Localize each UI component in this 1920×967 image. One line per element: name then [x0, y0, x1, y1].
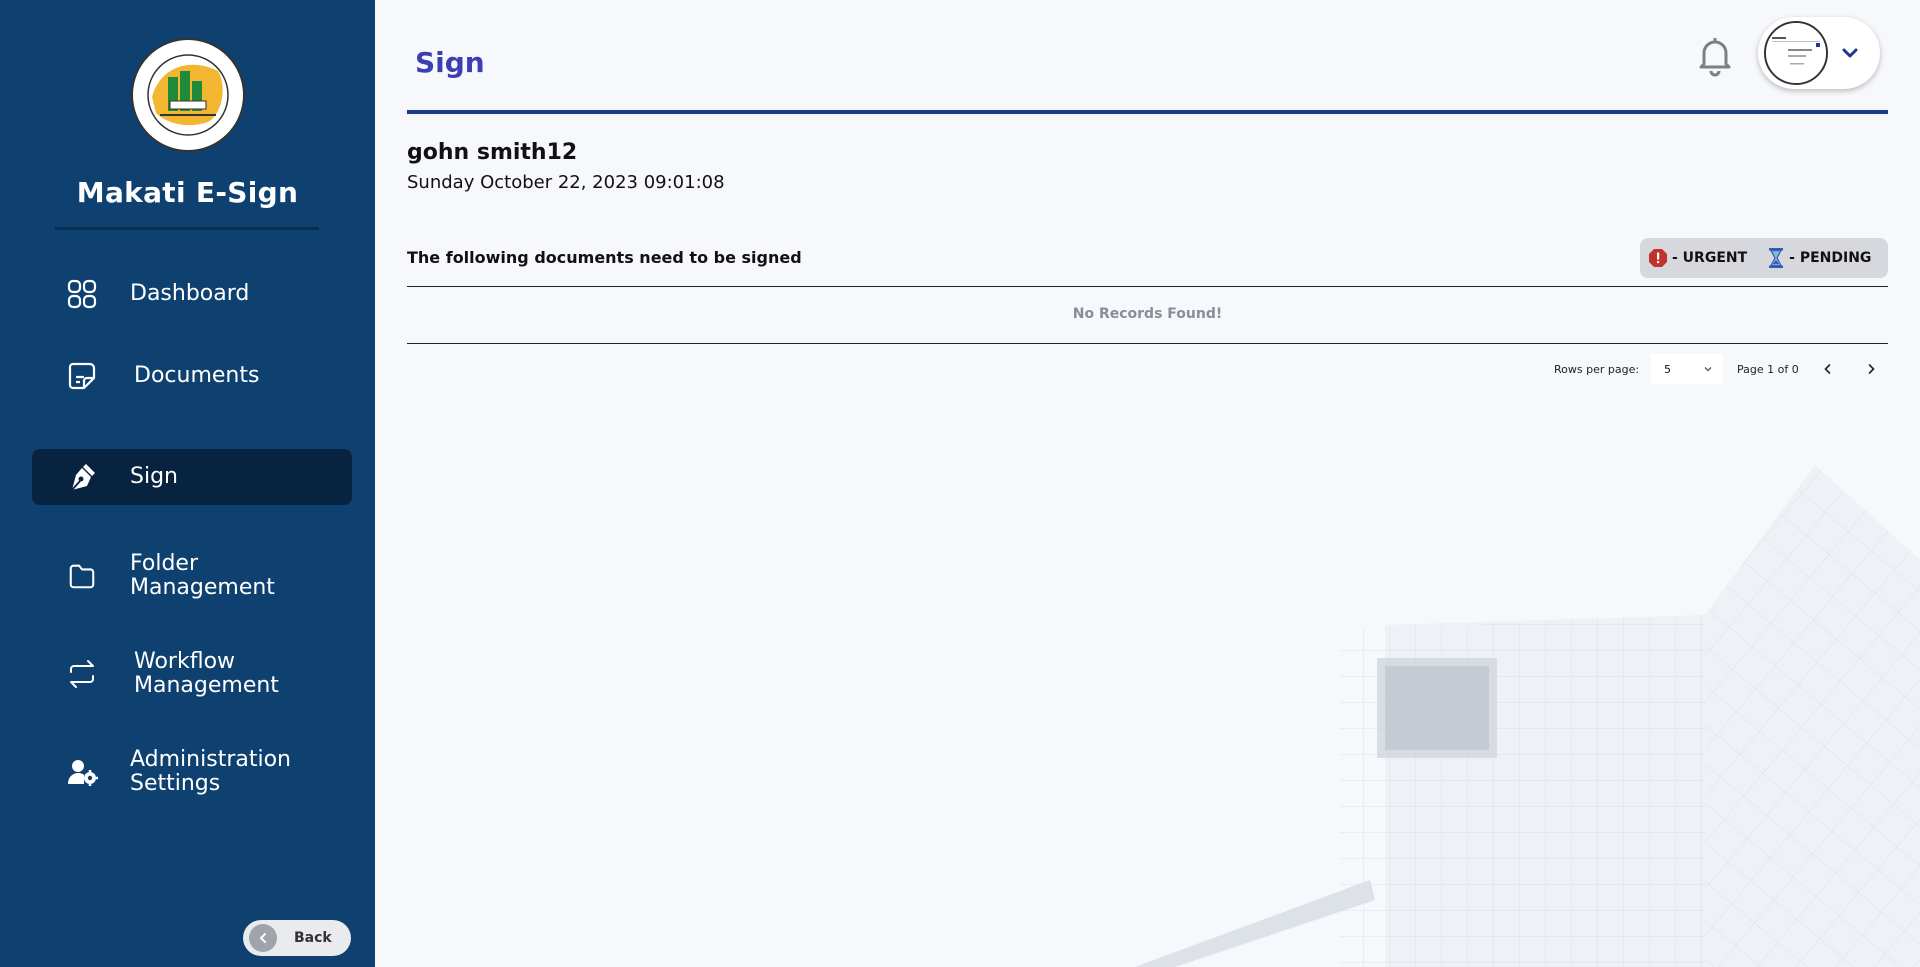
- hourglass-icon: [1769, 248, 1784, 268]
- chevron-down-icon: [1840, 43, 1860, 63]
- grid-icon: [64, 276, 100, 312]
- header-divider: [407, 110, 1888, 114]
- user-gear-icon: [64, 754, 100, 790]
- notification-bell-icon[interactable]: [1693, 33, 1737, 77]
- folder-icon: [64, 558, 100, 594]
- sidebar-item-dashboard[interactable]: Dashboard: [32, 276, 352, 312]
- user-name: gohn smith12: [407, 140, 578, 165]
- current-datetime: Sunday October 22, 2023 09:01:08: [407, 172, 725, 193]
- sidebar-item-workflow-management[interactable]: Workflow Management: [32, 650, 352, 698]
- sidebar-item-label: Documents: [134, 363, 260, 388]
- legend-pending-label: - PENDING: [1789, 250, 1872, 266]
- sidebar-item-label: Folder Management: [130, 551, 275, 600]
- table-top-border: [407, 286, 1888, 287]
- table-bottom-border: [407, 343, 1888, 344]
- sidebar-item-label: Sign: [130, 464, 178, 489]
- back-label: Back: [294, 930, 332, 946]
- rows-per-page-value: 5: [1664, 362, 1671, 376]
- previous-page-button[interactable]: [1817, 358, 1839, 380]
- urgent-icon: [1649, 249, 1667, 267]
- legend-urgent: - URGENT: [1648, 248, 1747, 268]
- app-title: Makati E-Sign: [76, 176, 299, 209]
- legend-pending: - PENDING: [1767, 247, 1871, 269]
- status-legend: - URGENT - PENDING: [1640, 238, 1888, 278]
- document-icon: [64, 358, 100, 394]
- chevron-down-icon: [1704, 367, 1712, 372]
- chevron-left-icon: [249, 924, 277, 952]
- sidebar-item-label: Administration Settings: [130, 747, 291, 796]
- avatar: [1764, 21, 1828, 85]
- chevron-right-icon: [1868, 364, 1875, 374]
- next-page-button[interactable]: [1860, 358, 1882, 380]
- background-building-image: [1135, 465, 1920, 967]
- sidebar-item-label: Workflow Management: [134, 649, 279, 698]
- table-title: The following documents need to be signe…: [407, 248, 802, 267]
- profile-menu[interactable]: [1758, 17, 1880, 89]
- empty-table-message: No Records Found!: [1072, 306, 1223, 322]
- repeat-icon: [64, 656, 100, 692]
- back-button[interactable]: Back: [243, 920, 351, 956]
- pen-nib-icon: [64, 459, 100, 495]
- sidebar-item-folder-management[interactable]: Folder Management: [32, 552, 352, 600]
- sidebar-item-administration-settings[interactable]: Administration Settings: [32, 748, 352, 796]
- makati-seal-logo: [131, 38, 245, 152]
- rows-per-page-label: Rows per page:: [1554, 362, 1640, 376]
- chevron-left-icon: [1824, 364, 1831, 374]
- rows-per-page-select[interactable]: 5: [1651, 354, 1723, 384]
- sidebar-item-label: Dashboard: [130, 281, 250, 306]
- page-title: Sign: [415, 46, 485, 79]
- sidebar-item-sign[interactable]: Sign: [32, 449, 352, 505]
- title-divider: [55, 227, 319, 230]
- sidebar: Makati E-Sign Dashboard Documents Sign F…: [0, 0, 375, 967]
- page-indicator: Page 1 of 0: [1737, 362, 1799, 376]
- legend-urgent-label: - URGENT: [1672, 250, 1748, 266]
- sidebar-item-documents[interactable]: Documents: [32, 358, 352, 394]
